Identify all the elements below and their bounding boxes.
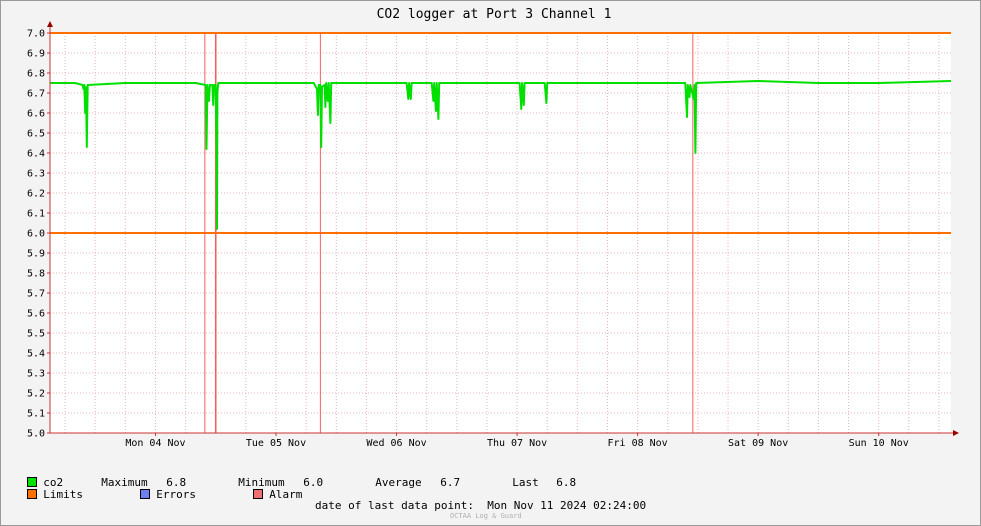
limits-swatch xyxy=(27,489,38,499)
y-tick-label: 6.1 xyxy=(27,209,45,220)
y-tick-label: 5.5 xyxy=(27,329,45,340)
x-axis-arrow xyxy=(953,430,959,436)
chart-canvas: CO2 logger at Port 3 Channel 1 7.0 6.9 6.8… xyxy=(27,7,959,449)
y-tick-label: 5.9 xyxy=(27,249,45,260)
y-tick-labels: 7.0 6.9 6.8 6.7 6.6 6.5 6.4 6.3 6.2 6.1 6.0 5.9 5.8 5… xyxy=(27,29,45,440)
y-tick-label: 6.0 xyxy=(27,229,45,240)
y-tick-label: 5.0 xyxy=(27,429,45,440)
y-tick-label: 5.6 xyxy=(27,309,45,320)
x-tick-label: Wed 06 Nov xyxy=(366,438,426,449)
y-tick-label: 6.3 xyxy=(27,169,45,180)
y-tick-label: 5.2 xyxy=(27,389,45,400)
y-tick-label: 6.9 xyxy=(27,49,45,60)
y-tick-label: 7.0 xyxy=(27,29,45,40)
x-tick-label: Sun 10 Nov xyxy=(849,438,909,449)
legend-row-status: Limits Errors Alarm xyxy=(14,475,302,501)
x-tick-label: Tue 05 Nov xyxy=(246,438,306,449)
x-tick-labels: Mon 04 Nov Tue 05 Nov Wed 06 Nov Thu 07 Nov… xyxy=(125,438,908,449)
legend-errors-label: Errors xyxy=(156,488,196,501)
legend-avg-label: Average xyxy=(375,476,422,489)
x-tick-label: Thu 07 Nov xyxy=(487,438,547,449)
y-axis-arrow xyxy=(47,21,53,27)
legend-avg-value: 6.7 xyxy=(440,476,461,489)
legend-last-label: Last xyxy=(512,476,539,489)
y-tick-label: 5.1 xyxy=(27,409,45,420)
last-point-label: date of last data point: xyxy=(315,499,474,512)
y-tick-label: 6.5 xyxy=(27,129,45,140)
x-tick-label: Sat 09 Nov xyxy=(728,438,788,449)
legend-limits-label: Limits xyxy=(43,488,83,501)
errors-swatch xyxy=(140,489,151,499)
y-tick-label: 6.7 xyxy=(27,89,45,100)
y-tick-label: 5.7 xyxy=(27,289,45,300)
credit-text: OCTAA Log & Guard xyxy=(450,512,522,520)
y-tick-label: 6.4 xyxy=(27,149,45,160)
y-tick-label: 6.2 xyxy=(27,189,45,200)
last-point-value: Mon Nov 11 2024 02:24:00 xyxy=(487,499,647,512)
legend-alarm-label: Alarm xyxy=(269,488,303,501)
y-tick-label: 5.3 xyxy=(27,369,45,380)
alarm-swatch xyxy=(253,489,264,499)
y-tick-label: 5.8 xyxy=(27,269,45,280)
x-tick-label: Fri 08 Nov xyxy=(607,438,667,449)
y-tick-label: 6.8 xyxy=(27,69,45,80)
y-tick-label: 6.6 xyxy=(27,109,45,120)
y-tick-label: 5.4 xyxy=(27,349,45,360)
x-tick-label: Mon 04 Nov xyxy=(125,438,185,449)
chart-title: CO2 logger at Port 3 Channel 1 xyxy=(377,7,612,22)
last-data-point: date of last data point: Mon Nov 11 2024… xyxy=(315,499,646,512)
legend-min-value: 6.0 xyxy=(303,476,324,489)
legend-last-value: 6.8 xyxy=(556,476,577,489)
